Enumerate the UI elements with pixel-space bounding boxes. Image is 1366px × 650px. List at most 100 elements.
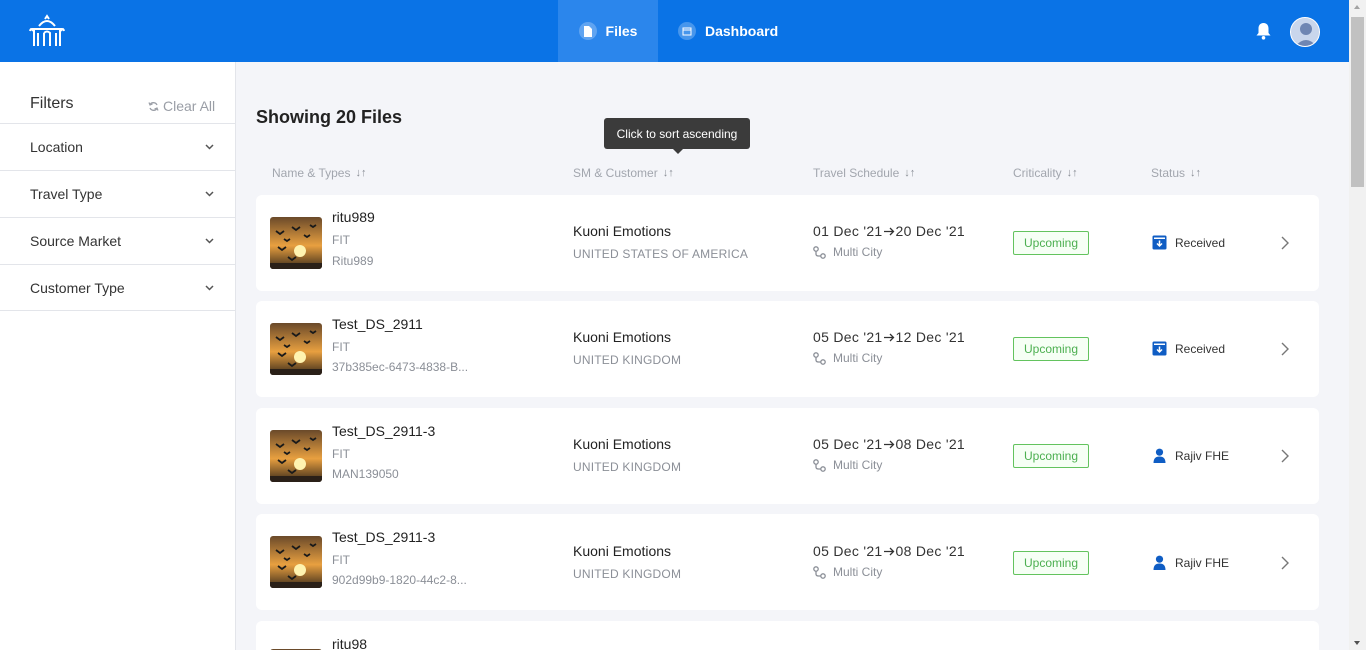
customer-name: Kuoni Emotions: [573, 436, 672, 452]
filters-sidebar: Filters Clear All Location Travel Type S…: [0, 62, 236, 650]
status-indicator: Rajiv FHE: [1152, 555, 1229, 570]
chevron-right-icon[interactable]: [1278, 341, 1292, 357]
column-header-label: SM & Customer: [573, 166, 658, 180]
page-scrollbar[interactable]: [1349, 0, 1366, 650]
tab-files[interactable]: Files: [558, 0, 658, 62]
status-label: Rajiv FHE: [1175, 448, 1230, 463]
file-icon: [578, 22, 597, 40]
file-thumbnail: [270, 643, 322, 650]
file-row[interactable]: ritu98: [256, 621, 1319, 650]
status-label: Rajiv FHE: [1175, 555, 1230, 570]
user-icon: [1152, 555, 1167, 570]
file-thumbnail: [270, 217, 322, 269]
bell-icon[interactable]: [1255, 22, 1272, 40]
column-header-label: Status: [1151, 166, 1186, 180]
arrow-right-icon: [883, 547, 894, 555]
filter-location[interactable]: Location: [0, 123, 236, 170]
scroll-up-arrow-icon[interactable]: [1354, 5, 1360, 9]
sort-tooltip: Click to sort ascending: [604, 118, 750, 154]
chevron-right-icon[interactable]: [1278, 235, 1292, 251]
travel-start: 05 Dec '21: [813, 329, 883, 345]
status-indicator: Rajiv FHE: [1152, 448, 1229, 463]
file-row[interactable]: Test_DS_2911-3 FIT MAN139050 Kuoni Emoti…: [256, 408, 1319, 504]
file-name: Test_DS_2911: [332, 316, 423, 332]
file-type: FIT: [332, 553, 350, 567]
travel-dates: 01 Dec '21 20 Dec '21: [813, 223, 965, 239]
avatar[interactable]: [1290, 17, 1320, 47]
customer-name: Kuoni Emotions: [573, 543, 672, 559]
customer-country: UNITED KINGDOM: [573, 460, 682, 474]
route-label: Multi City: [833, 565, 883, 579]
route-type: Multi City: [813, 458, 882, 472]
filter-customer-type[interactable]: Customer Type: [0, 264, 236, 311]
column-header-customer[interactable]: SM & Customer ↓↑: [573, 166, 674, 180]
filter-label: Location: [30, 139, 83, 155]
column-header-label: Name & Types: [272, 166, 351, 180]
filter-travel-type[interactable]: Travel Type: [0, 170, 236, 217]
route-label: Multi City: [833, 351, 883, 365]
route-label: Multi City: [833, 458, 883, 472]
column-header-schedule[interactable]: Travel Schedule ↓↑: [813, 166, 915, 180]
arrow-right-icon: [883, 440, 894, 448]
criticality-badge: Upcoming: [1013, 444, 1089, 468]
criticality-badge: Upcoming: [1013, 231, 1089, 255]
customer-country: UNITED STATES OF AMERICA: [573, 247, 749, 261]
chevron-down-icon: [205, 284, 214, 291]
arrow-right-icon: [883, 333, 894, 341]
travel-dates: 05 Dec '21 08 Dec '21: [813, 543, 965, 559]
route-label: Multi City: [833, 245, 883, 259]
chevron-right-icon[interactable]: [1278, 448, 1292, 464]
file-name: Test_DS_2911-3: [332, 423, 436, 439]
chevron-down-icon: [205, 191, 214, 197]
file-row[interactable]: Test_DS_2911 FIT 37b385ec-6473-4838-B...…: [256, 301, 1319, 397]
tab-dashboard-label: Dashboard: [705, 23, 779, 39]
customer-country: UNITED KINGDOM: [573, 567, 682, 581]
column-header-criticality[interactable]: Criticality ↓↑: [1013, 166, 1078, 180]
scroll-down-arrow-icon[interactable]: [1354, 641, 1360, 645]
chevron-right-icon[interactable]: [1278, 555, 1292, 571]
filter-label: Customer Type: [30, 279, 125, 296]
clear-all-label: Clear All: [163, 98, 216, 114]
file-row[interactable]: Test_DS_2911-3 FIT 902d99b9-1820-44c2-8.…: [256, 514, 1319, 610]
file-id: MAN139050: [332, 467, 399, 481]
file-row[interactable]: ritu989 FIT Ritu989 Kuoni Emotions UNITE…: [256, 195, 1319, 291]
clear-all-button[interactable]: Clear All: [148, 98, 215, 114]
inbox-icon: [1152, 341, 1167, 356]
tab-dashboard[interactable]: Dashboard: [678, 0, 778, 62]
user-icon: [1152, 448, 1167, 463]
sort-icon: ↓↑: [662, 167, 674, 179]
status-indicator: Received: [1152, 235, 1225, 250]
file-name: Test_DS_2911-3: [332, 529, 436, 545]
criticality-badge: Upcoming: [1013, 337, 1089, 361]
file-id: 37b385ec-6473-4838-B...: [332, 360, 469, 374]
filter-label: Source Market: [30, 233, 122, 249]
route-icon: [813, 565, 826, 579]
criticality-badge: Upcoming: [1013, 551, 1089, 575]
travel-start: 01 Dec '21: [813, 223, 883, 239]
filter-source-market[interactable]: Source Market: [0, 217, 236, 264]
status-label: Received: [1175, 235, 1226, 250]
route-icon: [813, 245, 826, 259]
scroll-thumb[interactable]: [1351, 17, 1364, 187]
sort-icon: ↓↑: [904, 167, 916, 179]
travel-start: 05 Dec '21: [813, 543, 883, 559]
status-indicator: Received: [1152, 341, 1225, 356]
refresh-icon: [148, 101, 159, 111]
file-name: ritu98: [332, 636, 368, 650]
route-icon: [813, 458, 826, 472]
filter-label: Travel Type: [30, 186, 103, 202]
file-type: FIT: [332, 340, 350, 354]
file-type: FIT: [332, 233, 350, 247]
sort-icon: ↓↑: [1066, 167, 1078, 179]
travel-dates: 05 Dec '21 12 Dec '21: [813, 329, 965, 345]
travel-dates: 05 Dec '21 08 Dec '21: [813, 436, 965, 452]
filters-title: Filters: [30, 95, 74, 112]
column-header-status[interactable]: Status ↓↑: [1151, 166, 1201, 180]
travel-start: 05 Dec '21: [813, 436, 883, 452]
logo-icon[interactable]: [28, 14, 66, 48]
sort-icon: ↓↑: [1190, 167, 1202, 179]
file-id: Ritu989: [332, 254, 374, 268]
file-thumbnail: [270, 536, 322, 588]
travel-end: 20 Dec '21: [895, 223, 965, 239]
column-header-name[interactable]: Name & Types ↓↑: [272, 166, 366, 180]
